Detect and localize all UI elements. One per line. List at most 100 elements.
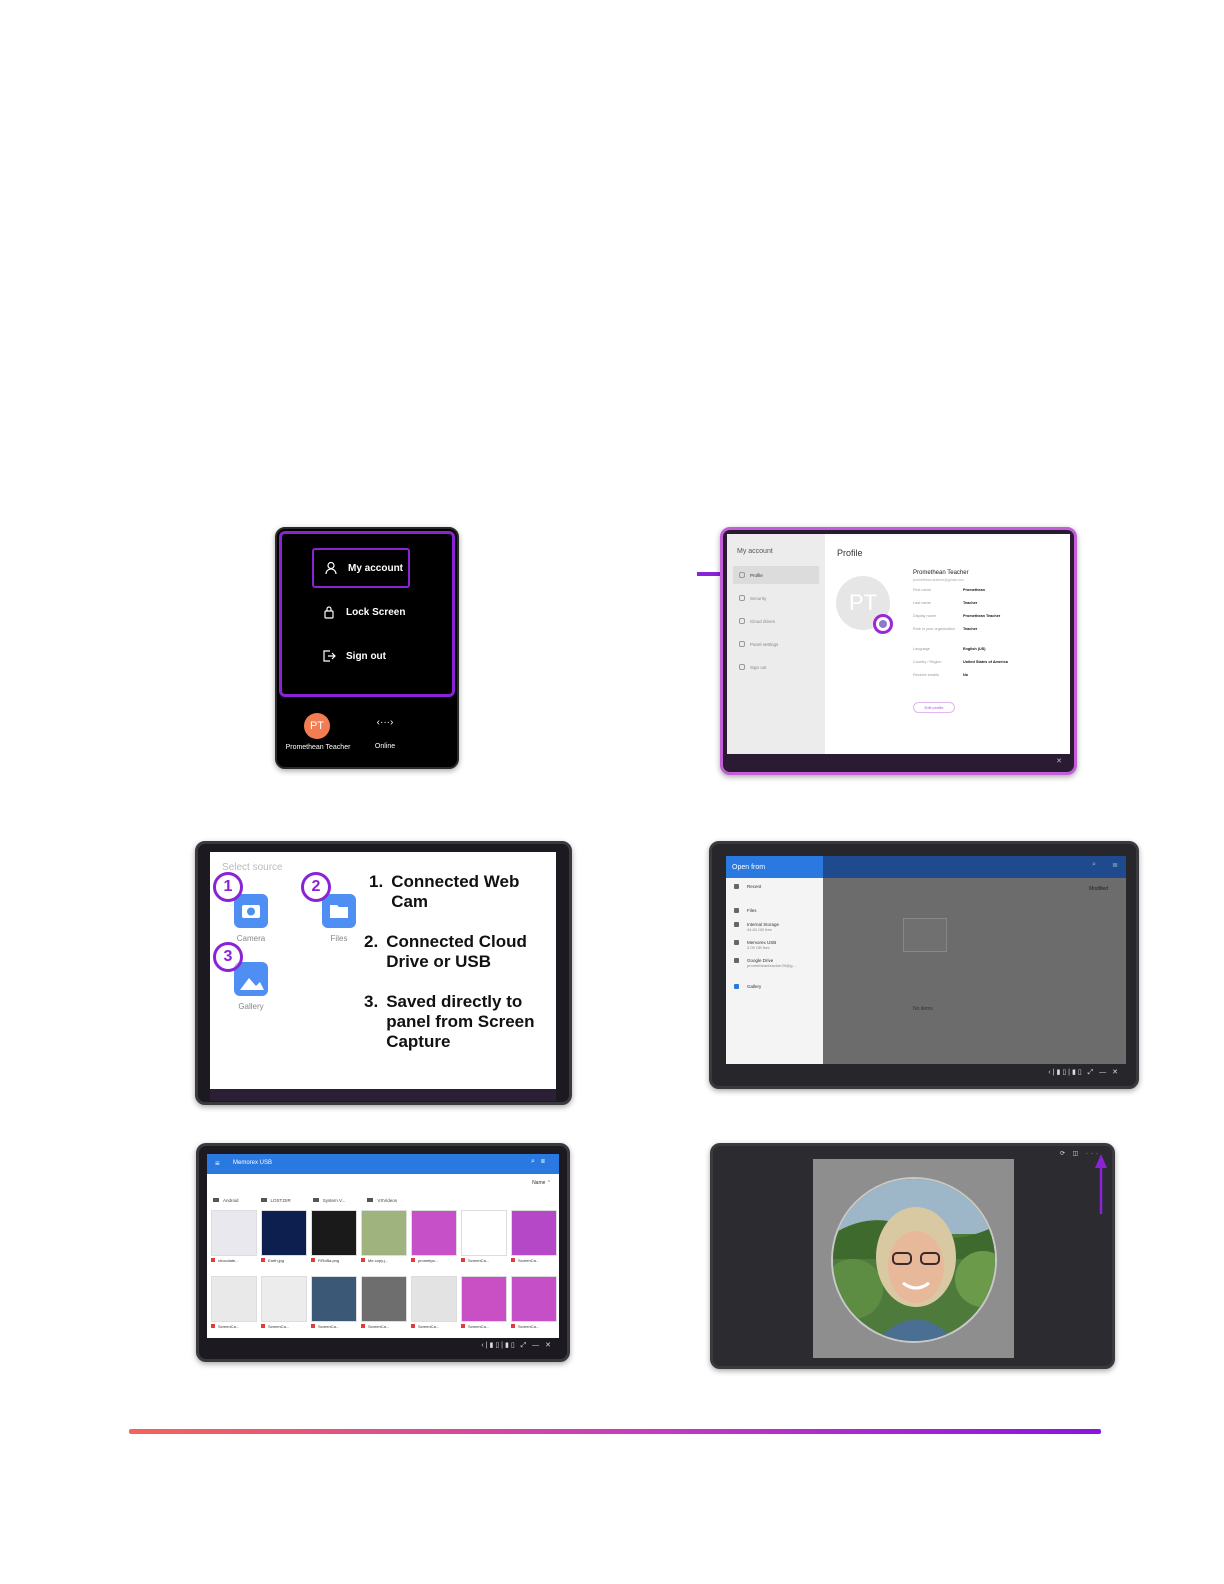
- camera-tile[interactable]: [234, 894, 268, 928]
- sidebar-item-label: Profile: [750, 572, 763, 578]
- list-number: 3.: [364, 992, 379, 1011]
- file-item[interactable]: ScreenCa...: [461, 1210, 507, 1270]
- sidebar-item-security[interactable]: Security: [733, 589, 819, 607]
- field-label: First name: [913, 588, 931, 592]
- file-name: FiRoBa.png: [311, 1258, 357, 1263]
- file-name: ScreenCa...: [411, 1324, 457, 1329]
- file-item[interactable]: Earth.jpg: [261, 1210, 307, 1270]
- drive-icon: [734, 958, 739, 963]
- footer-divider: [129, 1429, 1101, 1434]
- avatar[interactable]: PT: [304, 713, 330, 739]
- file-item[interactable]: Me copy.j...: [361, 1210, 407, 1270]
- file-item[interactable]: ScreenCa...: [261, 1276, 307, 1336]
- nav-item-internal-storage[interactable]: Internal Storage 44.84 GB free: [734, 922, 779, 932]
- sign-out-icon: [323, 650, 336, 662]
- file-item[interactable]: ScreenCa...: [511, 1210, 557, 1270]
- file-name: ScreenCa...: [261, 1324, 307, 1329]
- list-text: Saved directly to panel from Screen Capt…: [386, 992, 535, 1051]
- file-thumbnail: [261, 1210, 307, 1256]
- online-icon: ‹···›: [376, 717, 394, 728]
- camera-label: Camera: [236, 934, 266, 943]
- file-item[interactable]: ScreenCa...: [461, 1276, 507, 1336]
- sidebar-item-profile[interactable]: Profile: [733, 566, 819, 584]
- nav-item-memorex-usb[interactable]: Memorex USB 3.09 GB free: [734, 940, 776, 950]
- account-footer: PT Promethean Teacher ‹···› Online: [277, 701, 457, 767]
- person-icon: [325, 561, 337, 575]
- field-label: Role in your organization: [913, 627, 956, 631]
- profile-icon: [739, 572, 745, 578]
- file-item[interactable]: chocolate...: [211, 1210, 257, 1270]
- sidebar-item-label: Security: [750, 595, 767, 601]
- file-name: prometpo...: [411, 1258, 457, 1263]
- file-name: ScreenCa...: [461, 1324, 507, 1329]
- sort-selector[interactable]: Modified: [1089, 886, 1108, 892]
- folder-item[interactable]: System V...: [313, 1198, 346, 1203]
- sidebar-item-panel-settings[interactable]: Panel settings: [733, 635, 819, 653]
- up-arrow-icon: [1095, 1154, 1107, 1214]
- field-value: Promethean: [963, 588, 985, 592]
- edit-profile-button[interactable]: Edit profile: [913, 702, 955, 713]
- nav-item-gallery[interactable]: Gallery: [734, 984, 761, 989]
- sidebar-item-cloud-drives[interactable]: Cloud drives: [733, 612, 819, 630]
- sidebar-item-label: Cloud drives: [750, 618, 776, 624]
- files-label: Files: [330, 934, 348, 943]
- profile-fields: First name Promethean Last name Teacher Di…: [913, 588, 1063, 686]
- sidebar-item-sign-out[interactable]: Sign out: [733, 658, 819, 676]
- header-title: Memorex USB: [233, 1160, 273, 1166]
- window-controls[interactable]: ‹|▮▯|▮▯ ⤢ — ✕: [481, 1341, 553, 1350]
- nav-sub: 44.84 GB free: [747, 927, 772, 932]
- search-icon[interactable]: ⌕: [1092, 861, 1096, 869]
- my-account-menu-item[interactable]: My account: [312, 548, 410, 588]
- file-name: ScreenCa...: [511, 1324, 557, 1329]
- file-item[interactable]: ScreenCa...: [311, 1276, 357, 1336]
- email: promethean.teacher@gmail.com: [913, 578, 964, 582]
- folder-item[interactable]: Android: [213, 1198, 239, 1203]
- file-item[interactable]: ScreenCa...: [211, 1276, 257, 1336]
- usb-content: Name ⌃ Android LOST.DIR System V... VSVi…: [207, 1174, 559, 1338]
- files-tile[interactable]: [322, 894, 356, 928]
- badge-2: 2: [301, 872, 331, 902]
- list-number: 1.: [369, 872, 384, 891]
- field-row: Country / Region United States of America: [913, 660, 1063, 673]
- nav-item-files[interactable]: Files: [734, 908, 757, 913]
- sign-out-menu-item[interactable]: Sign out: [312, 636, 410, 676]
- usb-header: ≡ Memorex USB ⌕≣: [207, 1154, 559, 1174]
- file-thumbnail: [361, 1276, 407, 1322]
- profile-sidebar: My account Profile Security Cloud drives…: [727, 534, 825, 754]
- close-icon[interactable]: ✕: [1056, 757, 1062, 765]
- file-thumbnail: [211, 1276, 257, 1322]
- file-item[interactable]: prometpo...: [411, 1210, 457, 1270]
- file-item[interactable]: ScreenCa...: [511, 1276, 557, 1336]
- sort-selector[interactable]: Name ⌃: [532, 1180, 551, 1186]
- list-view-icon[interactable]: ≣: [1112, 861, 1118, 869]
- security-icon: [739, 595, 745, 601]
- list-item: 2. Connected Cloud Drive or USB: [364, 932, 554, 972]
- file-item[interactable]: FiRoBa.png: [311, 1210, 357, 1270]
- online-status: Online: [374, 743, 396, 750]
- edit-avatar-icon[interactable]: [873, 614, 893, 634]
- usb-icon: [734, 940, 739, 945]
- sidebar-item-label: Sign out: [750, 664, 767, 670]
- file-thumbnail: [361, 1210, 407, 1256]
- list-text: Connected Cloud Drive or USB: [386, 932, 527, 971]
- nav-item-google-drive[interactable]: Google Drive prometheanteacher29@g...: [734, 958, 796, 968]
- folder-item[interactable]: LOST.DIR: [261, 1198, 291, 1203]
- header-actions[interactable]: ⌕≣: [531, 1158, 551, 1166]
- field-label: Country / Region: [913, 660, 942, 664]
- nav-item-recent[interactable]: Recent: [734, 884, 761, 889]
- list-item: 1. Connected Web Cam: [364, 872, 554, 912]
- file-name: ScreenCa...: [211, 1324, 257, 1329]
- lock-screen-menu-item[interactable]: Lock Screen: [312, 592, 410, 632]
- file-thumbnail: [511, 1210, 557, 1256]
- field-label: Receive emails: [913, 673, 939, 677]
- sidebar-header: My account: [737, 548, 773, 555]
- file-thumbnail: [261, 1276, 307, 1322]
- taskbar: ‹|▮▯|▮▯ ⤢ — ✕: [207, 1338, 559, 1354]
- window-controls[interactable]: ‹|▮▯|▮▯ ⤢ — ✕: [1048, 1068, 1120, 1077]
- account-menu: My account Lock Screen Sign out: [279, 531, 455, 697]
- file-item[interactable]: ScreenCa...: [361, 1276, 407, 1336]
- field-row: Last name Teacher: [913, 601, 1063, 614]
- menu-icon[interactable]: ≡: [215, 1159, 220, 1168]
- file-item[interactable]: ScreenCa...: [411, 1276, 457, 1336]
- folder-item[interactable]: VSVideos: [367, 1198, 397, 1203]
